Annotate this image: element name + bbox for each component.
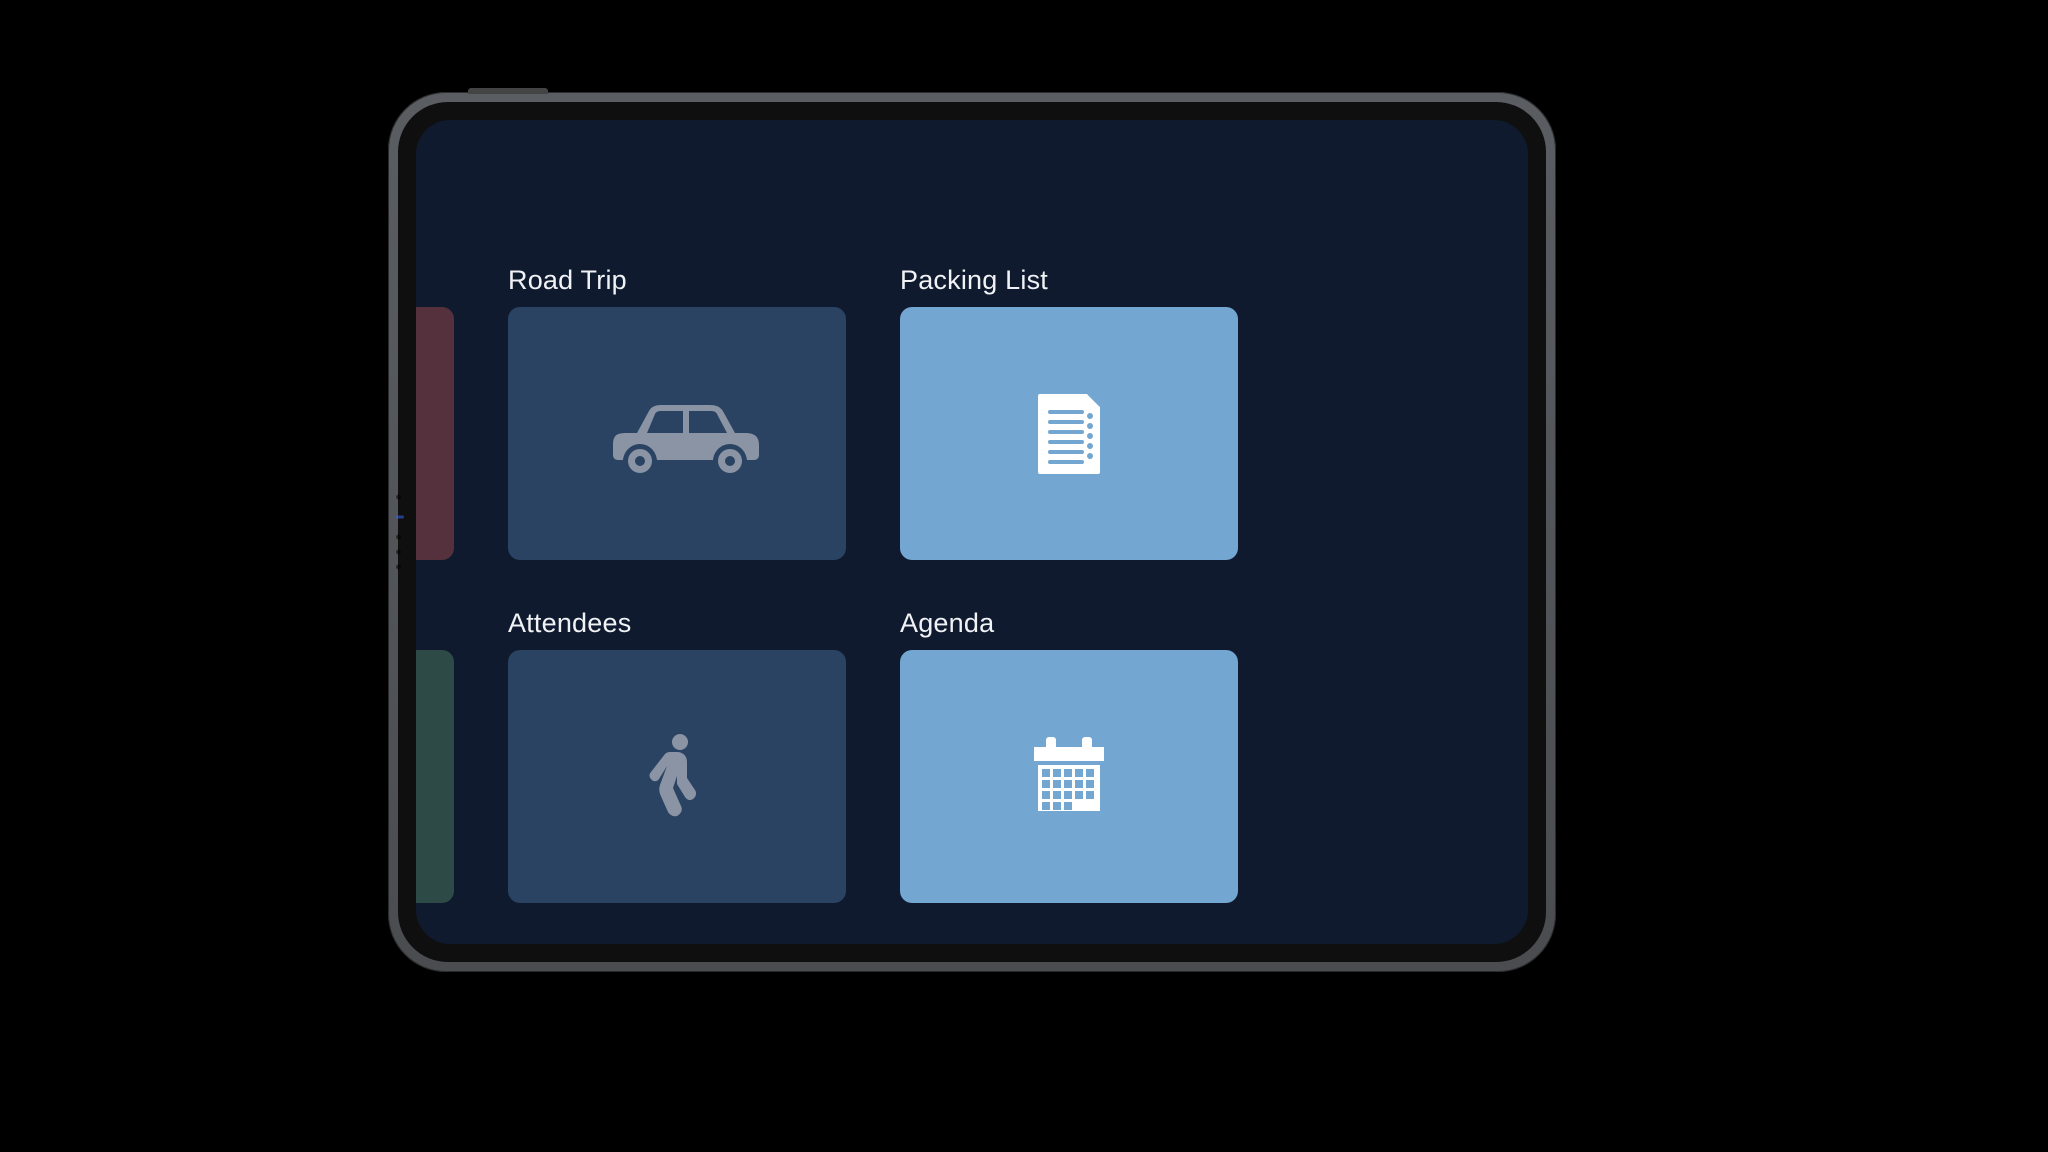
tile-agenda[interactable]: Agenda xyxy=(900,608,1238,903)
tile-card xyxy=(900,307,1238,560)
ipad-bezel: Road Trip xyxy=(398,102,1546,962)
tile-attendees[interactable]: Attendees xyxy=(508,608,846,903)
front-sensors xyxy=(396,495,404,570)
ipad-device-frame: Road Trip xyxy=(388,92,1556,972)
calendar-icon xyxy=(1030,735,1108,819)
tile-card xyxy=(508,650,846,903)
person-walking-icon xyxy=(647,732,707,822)
screen: Road Trip xyxy=(416,120,1528,944)
list-document-icon xyxy=(1036,392,1102,476)
tile-road-trip[interactable]: Road Trip xyxy=(508,265,846,560)
tile-title: Packing List xyxy=(900,265,1238,297)
tile-title: Agenda xyxy=(900,608,1238,640)
car-icon xyxy=(587,389,767,479)
tile-unknown-teal[interactable] xyxy=(416,608,454,903)
tile-title: Road Trip xyxy=(508,265,846,297)
tile-packing-list[interactable]: Packing List xyxy=(900,265,1238,560)
tile-card xyxy=(416,307,454,560)
tile-grid: Road Trip xyxy=(416,265,1238,903)
tile-card xyxy=(416,650,454,903)
tile-title xyxy=(416,265,454,297)
tile-unknown-maroon[interactable] xyxy=(416,265,454,560)
tile-title xyxy=(416,608,454,640)
power-button xyxy=(468,88,548,94)
tile-card xyxy=(900,650,1238,903)
tile-title: Attendees xyxy=(508,608,846,640)
tile-card xyxy=(508,307,846,560)
